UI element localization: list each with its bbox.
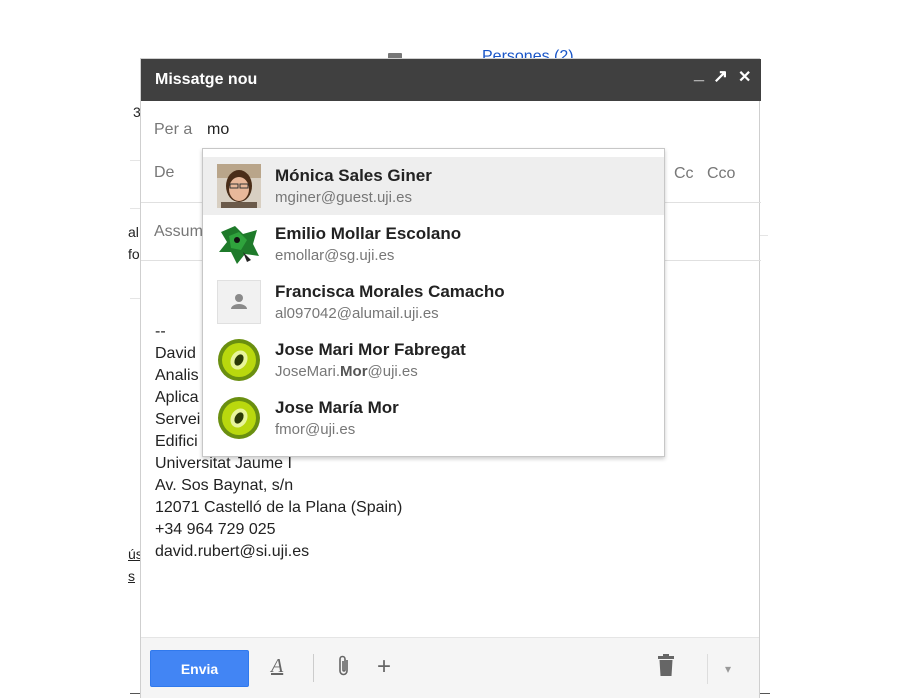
signature-line: -- <box>155 323 166 340</box>
toolbar-separator <box>313 654 314 682</box>
suggestion-item[interactable]: Emilio Mollar Escolano emollar@sg.uji.es <box>203 215 664 273</box>
signature-line: Analis <box>155 367 199 384</box>
suggestion-email: JoseMari.Mor@uji.es <box>275 363 418 380</box>
background-divider <box>760 235 768 236</box>
close-icon[interactable]: ✕ <box>738 67 751 87</box>
suggestion-item[interactable]: Jose María Mor fmor@uji.es <box>203 389 664 447</box>
background-fragment[interactable]: s <box>128 568 135 584</box>
kiwi-avatar <box>217 396 261 440</box>
compose-titlebar: Missatge nou _ ↗ ✕ <box>141 59 761 101</box>
suggestion-item[interactable]: Jose Mari Mor Fabregat JoseMari.Mor@uji.… <box>203 331 664 389</box>
more-options-button[interactable]: ▾ <box>707 654 748 684</box>
from-label: De <box>154 164 175 181</box>
bcc-link[interactable]: Cco <box>707 165 735 183</box>
suggestion-item[interactable]: Mónica Sales Giner mginer@guest.uji.es <box>203 157 664 215</box>
suggestion-name: Jose Mari Mor Fabregat <box>275 340 466 359</box>
send-button[interactable]: Envia <box>150 650 249 687</box>
background-fragment: al <box>128 224 139 240</box>
attach-icon[interactable] <box>337 654 351 684</box>
signature-line: David <box>155 345 196 362</box>
suggestion-name: Emilio Mollar Escolano <box>275 224 462 243</box>
signature-line: 12071 Castelló de la Plana (Spain) <box>155 499 403 516</box>
kiwi-avatar <box>217 338 261 382</box>
to-label: Per a <box>154 121 193 138</box>
suggestion-email: fmor@uji.es <box>275 421 356 438</box>
signature-line: Aplica <box>155 389 199 406</box>
cartoon-avatar <box>217 222 261 266</box>
popout-icon[interactable]: ↗ <box>713 66 728 87</box>
compose-toolbar: Envia A + ▾ <box>141 637 759 698</box>
suggestion-name: Francisca Morales Camacho <box>275 282 505 301</box>
to-input[interactable]: mo <box>207 121 229 139</box>
trash-icon[interactable] <box>657 654 675 682</box>
suggestion-email: emollar@sg.uji.es <box>275 247 395 264</box>
photo-avatar <box>217 164 261 208</box>
cc-link[interactable]: Cc <box>674 165 694 183</box>
signature-line: Edifici <box>155 433 198 450</box>
default-person-avatar <box>217 280 261 324</box>
signature-line: +34 964 729 025 <box>155 521 276 538</box>
compose-title: Missatge nou <box>155 71 258 88</box>
suggestion-name: Mónica Sales Giner <box>275 166 432 185</box>
signature-line: Av. Sos Baynat, s/n <box>155 477 294 494</box>
recipient-suggestions: Mónica Sales Giner mginer@guest.uji.es E… <box>202 148 665 457</box>
add-icon[interactable]: + <box>377 653 391 681</box>
minimize-icon[interactable]: _ <box>694 63 704 84</box>
suggestion-item[interactable]: Francisca Morales Camacho al097042@aluma… <box>203 273 664 331</box>
signature-line: david.rubert@si.uji.es <box>155 543 310 560</box>
suggestion-name: Jose María Mor <box>275 398 399 417</box>
signature-line: Servei <box>155 411 201 428</box>
suggestion-email: mginer@guest.uji.es <box>275 189 412 206</box>
suggestion-email: al097042@alumail.uji.es <box>275 305 439 322</box>
background-fragment: fo <box>128 246 140 262</box>
formatting-icon[interactable]: A <box>271 655 283 678</box>
